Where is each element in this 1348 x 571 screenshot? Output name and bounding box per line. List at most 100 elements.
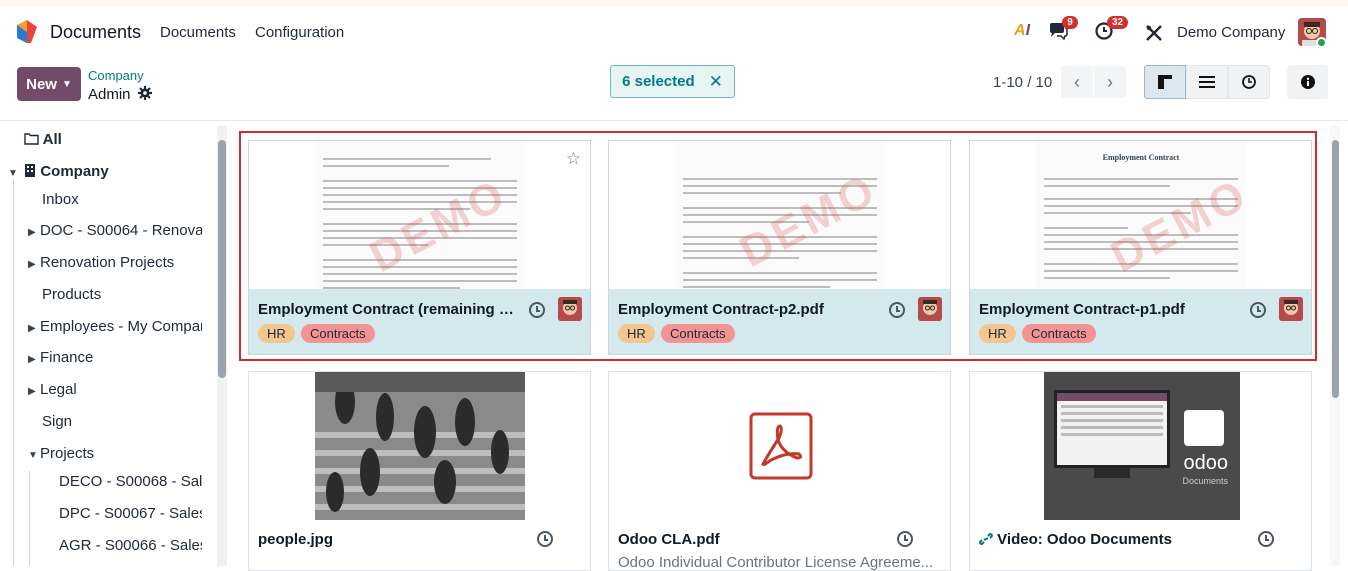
sidebar-item-label: Renovation Projects: [40, 254, 175, 271]
caret-right-icon[interactable]: ▶: [28, 227, 40, 238]
kanban-icon: [1158, 75, 1172, 89]
chevron-left-icon: ‹: [1074, 71, 1080, 92]
sidebar-item-label: DOC - S00064 - Renovat: [40, 222, 202, 239]
document-preview: [609, 372, 950, 520]
document-card[interactable]: odoo Documents Video: Odoo Documents: [969, 371, 1312, 571]
link-icon: [979, 532, 994, 546]
sidebar-item-label: DECO - S00068 - Sales: [59, 473, 202, 490]
sidebar-item-sign[interactable]: Sign: [42, 413, 72, 430]
sidebar-item-deco-s00068[interactable]: DECO - S00068 - Sales: [59, 473, 202, 490]
building-icon: [25, 164, 36, 177]
documents-app-logo[interactable]: [15, 19, 39, 45]
app-name[interactable]: Documents: [50, 22, 141, 43]
breadcrumb-current: Admin: [88, 86, 152, 103]
sidebar-item-label: Legal: [40, 381, 77, 398]
new-button[interactable]: New ▼: [17, 67, 81, 101]
video-thumbnail: odoo Documents: [1044, 372, 1240, 520]
sidebar-item-finance[interactable]: ▶ Finance: [28, 349, 93, 366]
card-subtitle: Odoo Individual Contributor License Agre…: [618, 554, 934, 571]
info-icon: [1300, 75, 1315, 89]
tools-icon[interactable]: [1145, 24, 1163, 42]
company-switcher[interactable]: Demo Company: [1177, 24, 1285, 41]
card-title[interactable]: Video: Odoo Documents: [979, 531, 1241, 548]
divider: [230, 120, 1348, 121]
sidebar-item-label: Company: [40, 163, 109, 180]
caret-right-icon[interactable]: ▶: [28, 323, 40, 334]
sidebar-item-dpc-s00067[interactable]: DPC - S00067 - Sales: [59, 505, 202, 522]
card-title[interactable]: Odoo CLA.pdf: [618, 531, 880, 548]
gear-icon[interactable]: [137, 86, 152, 100]
document-preview: odoo Documents: [970, 372, 1311, 520]
activity-button[interactable]: 32: [1094, 16, 1129, 42]
caret-right-icon[interactable]: ▶: [28, 386, 40, 397]
sidebar-item-label: Employees - My Compar: [40, 318, 202, 335]
pager-next-button[interactable]: ›: [1094, 66, 1126, 98]
ai-icon[interactable]: AI: [1014, 22, 1030, 40]
card-title[interactable]: people.jpg: [258, 531, 520, 548]
sidebar-item-projects[interactable]: ▼ Projects: [28, 445, 94, 462]
activity-clock-icon[interactable]: [537, 531, 553, 547]
caret-down-icon[interactable]: ▼: [8, 168, 20, 179]
sidebar-item-company[interactable]: ▼ Company: [8, 163, 109, 180]
sidebar-item-products[interactable]: Products: [42, 286, 101, 303]
selection-highlight-frame: [239, 131, 1317, 361]
sidebar-item-label: Inbox: [42, 191, 79, 208]
tree-guide-line: [29, 471, 30, 566]
folder-icon: [24, 133, 39, 145]
online-status-dot: [1316, 37, 1327, 48]
clock-icon: [1242, 75, 1256, 89]
sidebar-item-label: Products: [42, 286, 102, 303]
sidebar-item-label: DPC - S00067 - Sales: [59, 505, 202, 522]
navbar: Documents Documents Configuration AI 9 3…: [0, 6, 1348, 58]
chat-count-badge: 9: [1062, 16, 1078, 29]
kanban-view-button[interactable]: [1144, 65, 1186, 99]
activity-clock-icon[interactable]: [897, 531, 913, 547]
list-icon: [1199, 76, 1215, 88]
document-card[interactable]: people.jpg: [248, 371, 591, 571]
caret-down-icon[interactable]: ▼: [28, 450, 40, 461]
folder-sidebar: All ▼ Company Inbox ▶ DOC - S00064 - Reno…: [0, 120, 230, 566]
sidebar-item-label: All: [42, 131, 62, 148]
menu-configuration[interactable]: Configuration: [255, 24, 344, 41]
video-brand-text: odoo: [1183, 452, 1229, 474]
pager-previous-button[interactable]: ‹: [1061, 66, 1093, 98]
image-thumbnail: [315, 372, 525, 520]
sidebar-scrollbar-thumb[interactable]: [218, 140, 226, 378]
chat-button[interactable]: 9: [1047, 16, 1078, 42]
sidebar-item-renovation-projects[interactable]: ▶ Renovation Projects: [28, 254, 174, 271]
activity-count-badge: 32: [1107, 16, 1129, 29]
video-caption-text: Documents: [1182, 476, 1228, 486]
main-scrollbar-thumb[interactable]: [1332, 140, 1339, 398]
sidebar-item-inbox[interactable]: Inbox: [42, 191, 79, 208]
sidebar-item-all[interactable]: All: [24, 131, 62, 148]
card-title-label: Video: Odoo Documents: [997, 531, 1172, 548]
document-card[interactable]: Odoo CLA.pdf Odoo Individual Contributor…: [608, 371, 951, 571]
document-preview: [249, 372, 590, 520]
activity-clock-icon[interactable]: [1258, 531, 1274, 547]
caret-right-icon[interactable]: ▶: [28, 354, 40, 365]
menu-documents[interactable]: Documents: [160, 24, 236, 41]
pdf-icon: [749, 412, 813, 480]
sidebar-item-doc-s00064[interactable]: ▶ DOC - S00064 - Renovat: [28, 222, 202, 239]
list-view-button[interactable]: [1186, 65, 1228, 99]
sidebar-item-employees[interactable]: ▶ Employees - My Compar: [28, 318, 202, 335]
selected-count: 6 selected: [622, 73, 695, 90]
sidebar-item-label: Projects: [40, 445, 95, 462]
breadcrumb-current-label: Admin: [88, 86, 131, 103]
new-button-label: New: [26, 75, 57, 93]
clear-selection-icon[interactable]: ✕: [709, 72, 723, 92]
chevron-right-icon: ›: [1107, 71, 1113, 92]
tree-guide-line: [13, 179, 14, 566]
pager-value[interactable]: 1-10 / 10: [993, 74, 1052, 91]
sidebar-item-agr-s00066[interactable]: AGR - S00066 - Sales: [59, 537, 202, 554]
breadcrumb-parent[interactable]: Company: [88, 68, 144, 83]
sidebar-item-legal[interactable]: ▶ Legal: [28, 381, 77, 398]
selection-indicator: 6 selected ✕: [610, 65, 735, 98]
caret-down-icon: ▼: [61, 78, 72, 90]
caret-right-icon[interactable]: ▶: [28, 259, 40, 270]
sidebar-item-label: Sign: [42, 413, 73, 430]
sidebar-item-label: AGR - S00066 - Sales: [59, 537, 202, 554]
info-panel-button[interactable]: [1287, 65, 1328, 99]
sidebar-item-label: Finance: [40, 349, 94, 366]
activity-view-button[interactable]: [1228, 65, 1270, 99]
